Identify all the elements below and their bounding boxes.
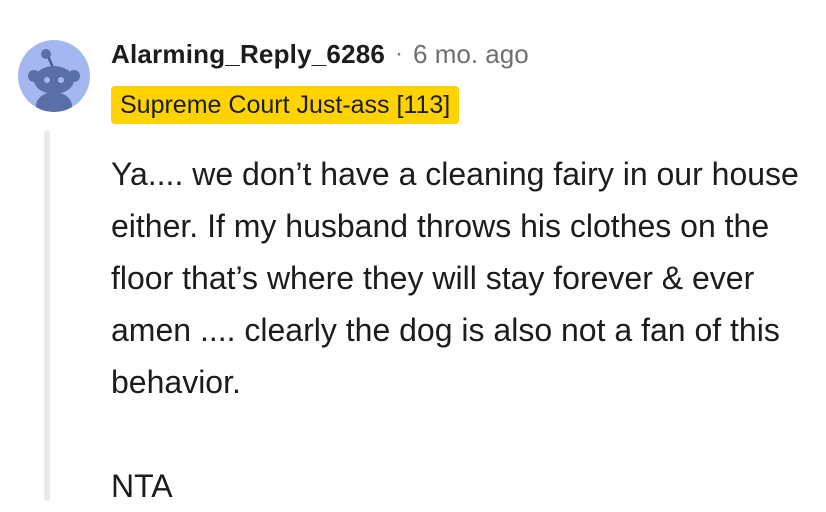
comment-body: Ya.... we don’t have a cleaning fairy in… <box>111 148 811 512</box>
user-flair: Supreme Court Just-ass [113] <box>111 86 460 124</box>
snoo-avatar-icon <box>28 49 80 112</box>
meta-separator: · <box>395 40 404 67</box>
username[interactable]: Alarming_Reply_6286 <box>111 39 385 70</box>
comment-paragraph: Ya.... we don’t have a cleaning fairy in… <box>111 156 799 400</box>
timestamp[interactable]: 6 mo. ago <box>413 39 529 70</box>
comment-meta: Alarming_Reply_6286 · 6 mo. ago <box>111 36 529 72</box>
comment-verdict: NTA <box>111 468 173 504</box>
avatar[interactable] <box>18 40 90 112</box>
thread-line[interactable] <box>44 130 50 501</box>
comment: Alarming_Reply_6286 · 6 mo. ago Supreme … <box>0 0 826 504</box>
